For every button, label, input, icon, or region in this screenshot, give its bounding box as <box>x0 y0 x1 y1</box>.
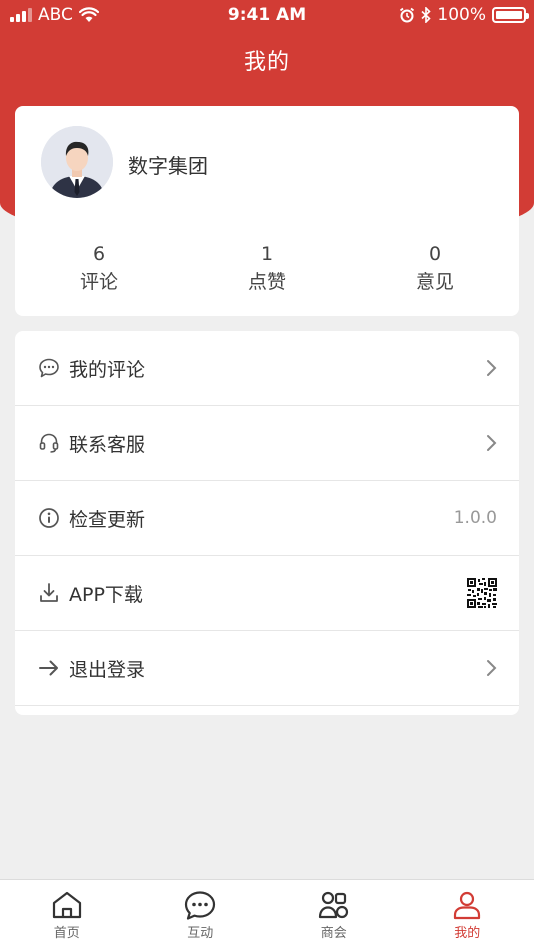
profile-screen: ABC 9:41 AM 100% 我的 数字集团 6 评论 1 点赞 0 意见 … <box>0 0 534 950</box>
menu-item-check-update[interactable]: 检查更新 1.0.0 <box>15 481 519 556</box>
profile-card: 数字集团 6 评论 1 点赞 0 意见 <box>15 106 519 316</box>
tab-interaction-label: 互动 <box>187 926 214 941</box>
stat-likes[interactable]: 1 点赞 <box>183 242 351 296</box>
avatar-image <box>41 126 113 198</box>
qr-code-icon[interactable] <box>467 578 497 608</box>
stat-comments[interactable]: 6 评论 <box>15 242 183 296</box>
chevron-right-icon <box>485 659 497 677</box>
tab-home[interactable]: 首页 <box>0 880 134 950</box>
menu-label-check-update: 检查更新 <box>69 508 146 531</box>
chat-bubble-icon <box>185 891 216 920</box>
stat-comments-count: 6 <box>92 243 106 265</box>
chevron-right-icon <box>485 434 497 452</box>
tab-interaction[interactable]: 互动 <box>134 880 268 950</box>
chevron-right-icon <box>485 359 497 377</box>
menu-label-logout: 退出登录 <box>69 658 146 681</box>
menu-card: 我的评论 联系客服 检查更新 1.0.0 APP下载 退出登录 <box>15 331 519 715</box>
menu-label-customer-service: 联系客服 <box>69 433 146 456</box>
tab-chamber-label: 商会 <box>320 926 347 941</box>
menu-item-my-comments[interactable]: 我的评论 <box>15 331 519 406</box>
info-icon <box>37 506 61 530</box>
headset-icon <box>37 431 61 455</box>
page-title: 我的 <box>243 50 290 75</box>
stat-feedback[interactable]: 0 意见 <box>351 242 519 296</box>
stat-comments-label: 评论 <box>79 271 118 293</box>
person-icon <box>454 891 481 920</box>
comment-icon <box>37 356 61 380</box>
stat-feedback-count: 0 <box>428 243 442 265</box>
status-bar: ABC 9:41 AM 100% <box>0 0 534 30</box>
alarm-icon <box>400 7 415 23</box>
tab-mine[interactable]: 我的 <box>401 880 534 950</box>
stats-row: 6 评论 1 点赞 0 意见 <box>15 242 519 296</box>
tab-bar: 首页 互动 商会 我的 <box>0 879 534 950</box>
menu-item-app-download[interactable]: APP下载 <box>15 556 519 631</box>
stat-feedback-label: 意见 <box>415 271 454 293</box>
menu-item-logout[interactable]: 退出登录 <box>15 631 519 706</box>
bluetooth-icon <box>421 7 432 23</box>
stat-likes-count: 1 <box>260 243 274 265</box>
tab-home-label: 首页 <box>53 926 80 941</box>
battery-percent: 100% <box>437 5 486 25</box>
home-icon <box>52 891 81 919</box>
logout-arrow-icon <box>37 656 61 680</box>
user-name: 数字集团 <box>128 154 208 178</box>
battery-icon <box>492 7 529 23</box>
menu-item-customer-service[interactable]: 联系客服 <box>15 406 519 481</box>
tab-mine-label: 我的 <box>454 926 481 941</box>
menu-label-app-download: APP下载 <box>69 583 143 606</box>
tab-chamber[interactable]: 商会 <box>267 880 401 950</box>
download-icon <box>37 581 61 605</box>
version-label: 1.0.0 <box>453 508 497 528</box>
avatar[interactable] <box>41 126 113 198</box>
group-icon <box>318 891 348 919</box>
menu-label-my-comments: 我的评论 <box>69 358 146 381</box>
stat-likes-label: 点赞 <box>247 271 286 293</box>
